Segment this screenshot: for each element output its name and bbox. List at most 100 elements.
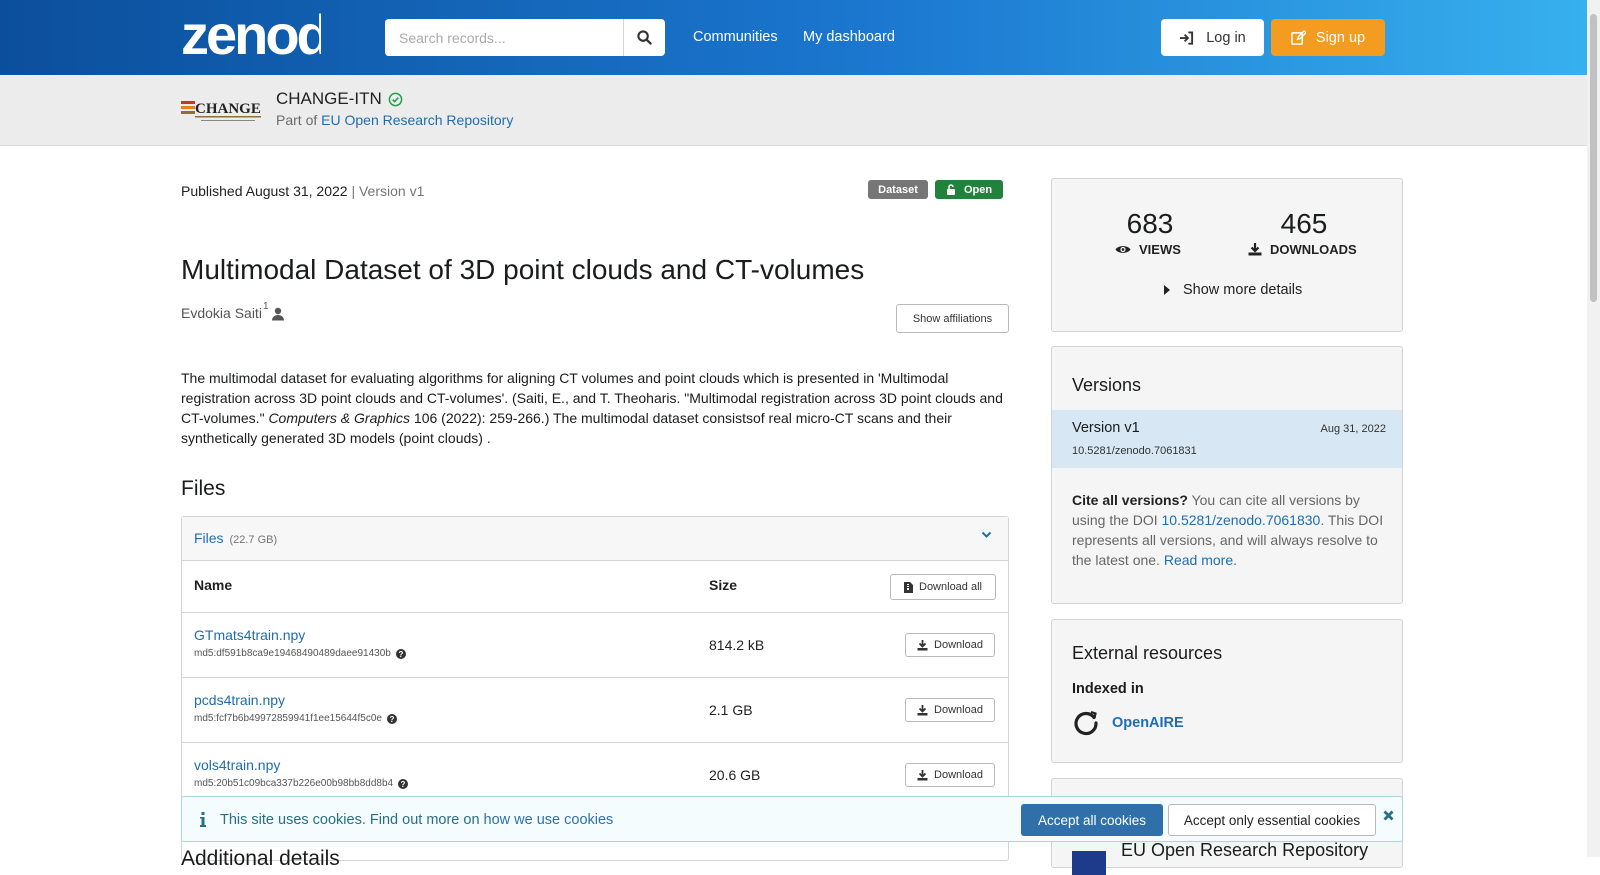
file-checksum: md5:df591b8ca9e19468490489daee91430b ? [194,648,406,659]
concept-doi-link[interactable]: 10.5281/zenodo.7061830 [1162,512,1321,528]
community-logo[interactable]: CHANGE [181,95,263,125]
file-size: 814.2 kB [709,637,765,653]
version-doi: 10.5281/zenodo.7061831 [1072,445,1197,457]
svg-text:?: ? [398,650,403,659]
creator[interactable]: Evdokia Saiti 1 [181,301,285,321]
published-date: Published August 31, 2022 [181,183,348,199]
download-label: Download [934,639,983,651]
cookie-message: This site uses cookies. Find out more on… [220,812,613,828]
top-navbar: zenodo Communities My dashboard Log in S… [0,0,1587,75]
accept-essential-cookies-button[interactable]: Accept only essential cookies [1168,804,1376,836]
file-md5: md5:20b51c09bca337b226e00b98bb8dd8b4 [194,778,394,789]
chevron-down-icon [981,531,992,538]
version-item[interactable]: Version v1 Aug 31, 2022 10.5281/zenodo.7… [1052,410,1402,468]
scrollbar-thumb[interactable] [1590,14,1597,302]
files-accordion-label: Files [194,530,224,546]
part-of-prefix: Part of [276,112,322,128]
external-resources-card: External resources Indexed in OpenAIRE [1051,619,1403,763]
download-button[interactable]: Download [905,763,995,787]
download-icon [1248,243,1262,256]
zenodo-logo[interactable]: zenodo [181,6,321,62]
file-md5: md5:fcf7b6b49972859941f1ee15644f5c0e [194,713,382,724]
help-icon[interactable]: ? [395,648,406,659]
file-size: 2.1 GB [709,702,753,718]
download-all-button[interactable]: Download all [890,574,996,600]
publication-info: Published August 31, 2022 | Version v1 [181,183,424,199]
sign-in-icon [1180,30,1194,45]
community-name[interactable]: CHANGE-ITN [276,89,403,109]
description-journal: Computers & Graphics [268,410,411,426]
row-divider [182,612,1008,613]
resource-type-badge: Dataset [868,180,928,199]
download-button[interactable]: Download [905,633,995,657]
help-icon[interactable]: ? [386,713,397,724]
info-icon [200,812,206,827]
help-icon[interactable]: ? [398,778,409,789]
file-name-link[interactable]: pcds4train.npy [194,692,285,708]
user-icon [271,307,284,321]
close-icon[interactable] [1383,810,1394,821]
accept-all-cookies-button[interactable]: Accept all cookies [1021,804,1163,836]
login-label: Log in [1206,29,1246,46]
parent-community-link[interactable]: EU Open Research Repository [321,112,513,128]
file-archive-icon [904,581,913,593]
search-icon [637,30,652,45]
community-name-label: CHANGE-ITN [276,89,382,108]
nav-communities[interactable]: Communities [693,29,778,45]
verified-check-icon [388,92,403,106]
accept-all-label: Accept all cookies [1037,812,1147,828]
access-status-badge: Open [935,180,1003,199]
views-label: VIEWS [1115,242,1181,257]
community-card-title[interactable]: EU Open Research Repository [1121,840,1368,861]
openaire-label: OpenAIRE [1112,715,1184,731]
svg-text:CHANGE: CHANGE [195,101,261,117]
resource-type-label: Dataset [878,183,918,196]
page-scrollbar[interactable] [1587,0,1600,857]
file-checksum: md5:fcf7b6b49972859941f1ee15644f5c0e ? [194,713,397,724]
download-label: Download [934,704,983,716]
signup-button[interactable]: Sign up [1271,19,1385,56]
cookie-policy-link[interactable]: how we use cookies [484,812,614,828]
files-accordion-title: Files (22.7 GB) [194,530,277,546]
views-label-text: VIEWS [1139,242,1181,257]
show-more-details-label: Show more details [1183,282,1303,298]
record-description: The multimodal dataset for evaluating al… [181,368,1011,448]
column-header-size: Size [709,577,738,593]
versions-heading: Versions [1072,375,1142,395]
download-button[interactable]: Download [905,698,995,722]
stats-card: 683 465 VIEWS DOWNLOADS Show more detail… [1051,178,1403,332]
versions-card: Versions Version v1 Aug 31, 2022 10.5281… [1051,346,1403,604]
read-more-link[interactable]: Read more. [1164,552,1237,568]
creator-name: Evdokia Saiti [181,305,262,321]
community-parent: Part of EU Open Research Repository [276,112,513,128]
show-affiliations-button[interactable]: Show affiliations [896,304,1009,333]
downloads-label-text: DOWNLOADS [1270,242,1357,257]
search-input[interactable] [385,19,623,56]
signup-label: Sign up [1315,29,1366,46]
file-name-link[interactable]: GTmats4train.npy [194,627,305,643]
external-resources-heading: External resources [1072,643,1223,663]
login-button[interactable]: Log in [1161,19,1264,56]
openaire-link[interactable]: OpenAIRE [1072,709,1184,737]
nav-my-dashboard[interactable]: My dashboard [803,29,895,45]
file-size: 20.6 GB [709,767,761,783]
caret-right-icon [1164,285,1170,295]
download-icon [917,639,928,650]
eye-icon [1115,246,1131,253]
download-icon [917,704,928,715]
search-button[interactable] [623,19,665,56]
search-bar [385,19,665,56]
downloads-count: 465 [1280,208,1328,239]
file-name-link[interactable]: vols4train.npy [194,757,280,773]
download-icon [917,769,928,780]
file-md5: md5:df591b8ca9e19468490489daee91430b [194,648,391,659]
files-total-size: (22.7 GB) [229,534,278,546]
cookie-text: This site uses cookies. Find out more on [220,812,484,828]
show-affiliations-label: Show affiliations [912,312,993,325]
files-accordion-toggle[interactable]: Files (22.7 GB) [182,517,1008,561]
svg-text:?: ? [390,715,395,724]
indexed-in-label: Indexed in [1072,681,1144,697]
record-title: Multimodal Dataset of 3D point clouds an… [181,254,865,285]
show-more-details-toggle[interactable]: Show more details [1164,282,1302,298]
unlock-icon [946,184,955,195]
